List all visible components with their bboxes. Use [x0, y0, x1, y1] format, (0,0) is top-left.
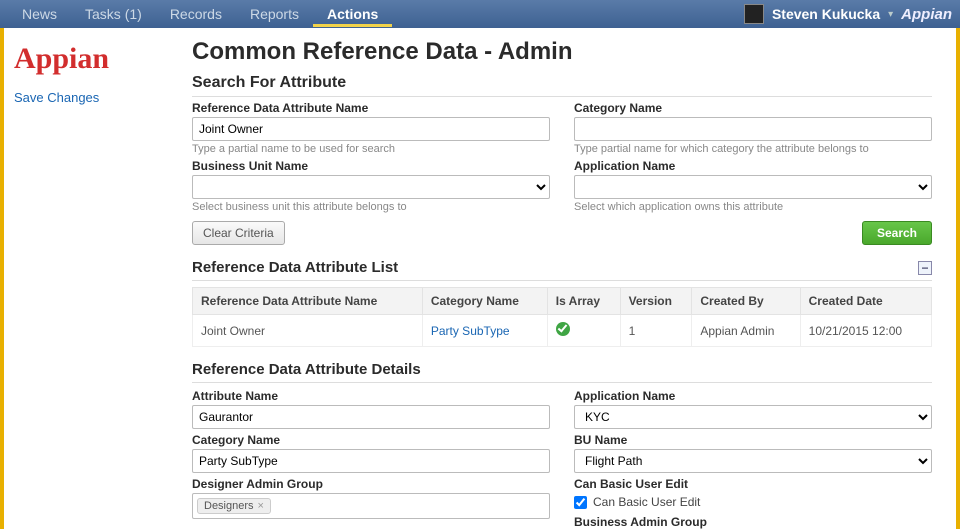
list-section-title: Reference Data Attribute List −: [192, 259, 932, 281]
category-label: Category Name: [574, 101, 932, 115]
col-category[interactable]: Category Name: [422, 288, 547, 315]
nav-records[interactable]: Records: [156, 1, 236, 27]
detail-app-name-label: Application Name: [574, 389, 932, 403]
detail-category-input[interactable]: [192, 449, 550, 473]
basic-edit-checkbox[interactable]: [574, 496, 587, 509]
logo: Appian: [14, 42, 164, 76]
attr-name-input[interactable]: [192, 117, 550, 141]
app-select[interactable]: [574, 175, 932, 199]
designer-token: Designers ×: [197, 498, 271, 514]
details-section-title-text: Reference Data Attribute Details: [192, 361, 421, 378]
col-createddate[interactable]: Created Date: [800, 288, 931, 315]
col-isarray[interactable]: Is Array: [547, 288, 620, 315]
top-nav-bar: News Tasks (1) Records Reports Actions S…: [0, 0, 960, 28]
header-brand: Appian: [901, 6, 952, 23]
cell-category-link[interactable]: Party SubType: [431, 324, 510, 338]
search-button[interactable]: Search: [862, 221, 932, 245]
basic-edit-label: Can Basic User Edit: [574, 477, 932, 491]
designer-token-text: Designers: [204, 500, 254, 512]
nav-news[interactable]: News: [8, 1, 71, 27]
cell-attr-name: Joint Owner: [193, 315, 423, 347]
designer-group-picker[interactable]: Designers ×: [192, 493, 550, 519]
main-content: Common Reference Data - Admin Search For…: [174, 28, 956, 529]
cell-version: 1: [620, 315, 692, 347]
nav-reports[interactable]: Reports: [236, 1, 313, 27]
user-menu-caret[interactable]: ▾: [888, 9, 893, 20]
nav-actions[interactable]: Actions: [313, 1, 392, 27]
attribute-table: Reference Data Attribute Name Category N…: [192, 287, 932, 347]
detail-bu-select[interactable]: Flight Path: [574, 449, 932, 473]
collapse-icon[interactable]: −: [918, 261, 932, 275]
search-section-title: Search For Attribute: [192, 74, 932, 97]
save-changes-link[interactable]: Save Changes: [14, 90, 164, 105]
attr-name-help: Type a partial name to be used for searc…: [192, 143, 550, 155]
col-createdby[interactable]: Created By: [692, 288, 800, 315]
list-section-title-text: Reference Data Attribute List: [192, 259, 398, 276]
detail-category-label: Category Name: [192, 433, 550, 447]
category-input[interactable]: [574, 117, 932, 141]
nav-tasks[interactable]: Tasks (1): [71, 1, 156, 27]
left-sidebar: Appian Save Changes: [4, 28, 174, 529]
table-row[interactable]: Joint Owner Party SubType 1 Appian Admin…: [193, 315, 932, 347]
col-attr-name[interactable]: Reference Data Attribute Name: [193, 288, 423, 315]
nav-tabs: News Tasks (1) Records Reports Actions: [8, 1, 392, 27]
bu-select[interactable]: [192, 175, 550, 199]
check-icon: [556, 322, 570, 336]
cell-createdby: Appian Admin: [692, 315, 800, 347]
clear-criteria-button[interactable]: Clear Criteria: [192, 221, 285, 245]
designer-group-label: Designer Admin Group: [192, 477, 550, 491]
detail-attr-name-input[interactable]: [192, 405, 550, 429]
col-version[interactable]: Version: [620, 288, 692, 315]
bu-label: Business Unit Name: [192, 159, 550, 173]
cell-createddate: 10/21/2015 12:00: [800, 315, 931, 347]
detail-attr-name-label: Attribute Name: [192, 389, 550, 403]
category-help: Type partial name for which category the…: [574, 143, 932, 155]
attr-name-label: Reference Data Attribute Name: [192, 101, 550, 115]
avatar[interactable]: [744, 4, 764, 24]
app-help: Select which application owns this attri…: [574, 201, 932, 213]
bu-help: Select business unit this attribute belo…: [192, 201, 550, 213]
basic-edit-checkbox-label: Can Basic User Edit: [593, 495, 700, 509]
detail-bu-label: BU Name: [574, 433, 932, 447]
page-title: Common Reference Data - Admin: [192, 38, 932, 66]
remove-token-icon[interactable]: ×: [258, 500, 264, 512]
business-admin-group-label: Business Admin Group: [574, 515, 932, 529]
detail-app-name-select[interactable]: KYC: [574, 405, 932, 429]
username[interactable]: Steven Kukucka: [772, 6, 880, 22]
details-section-title: Reference Data Attribute Details: [192, 361, 932, 383]
app-label: Application Name: [574, 159, 932, 173]
